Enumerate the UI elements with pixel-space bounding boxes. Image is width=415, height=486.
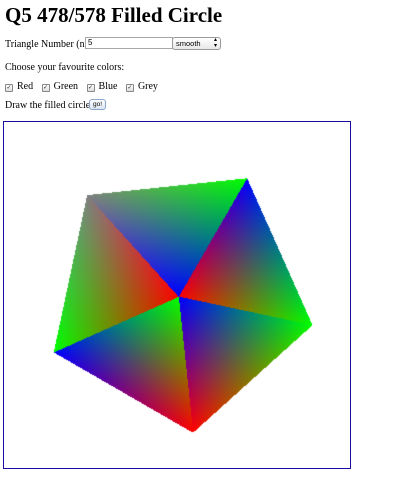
red-label: Red [17, 81, 34, 92]
triangle-number-row: Triangle Number (n): 5 smooth ▴ ▾ [5, 37, 221, 51]
grey-label: Grey [137, 81, 158, 92]
triangle-number-label: Triangle Number (n): [5, 39, 91, 50]
go-button[interactable]: go! [89, 99, 107, 110]
grey-checkbox[interactable]: ✓ [125, 84, 134, 92]
blue-checkbox[interactable]: ✓ [86, 84, 95, 92]
select-arrows-icon: ▴ ▾ [213, 37, 217, 49]
blue-label: Blue [98, 81, 118, 92]
drawing-canvas-frame [3, 121, 351, 469]
green-checkbox[interactable]: ✓ [41, 84, 50, 92]
page-title: Q5 478/578 Filled Circle [5, 3, 223, 27]
green-label: Green [53, 81, 79, 92]
drawing-canvas[interactable] [4, 122, 350, 468]
colors-prompt-row: Choose your favourite colors: [5, 61, 124, 74]
red-checkbox[interactable]: ✓ [5, 84, 13, 92]
shading-select-value: smooth [176, 39, 201, 48]
colors-prompt: Choose your favourite colors: [5, 62, 125, 73]
color-checkboxes: ✓ Red ✓ Green ✓ Blue ✓ Grey [5, 80, 164, 93]
triangle-number-input[interactable]: 5 [85, 37, 173, 49]
shading-select[interactable]: smooth ▴ ▾ [172, 37, 221, 50]
draw-label: Draw the filled circle: [5, 100, 94, 111]
draw-row: Draw the filled circle: go! [5, 99, 107, 112]
